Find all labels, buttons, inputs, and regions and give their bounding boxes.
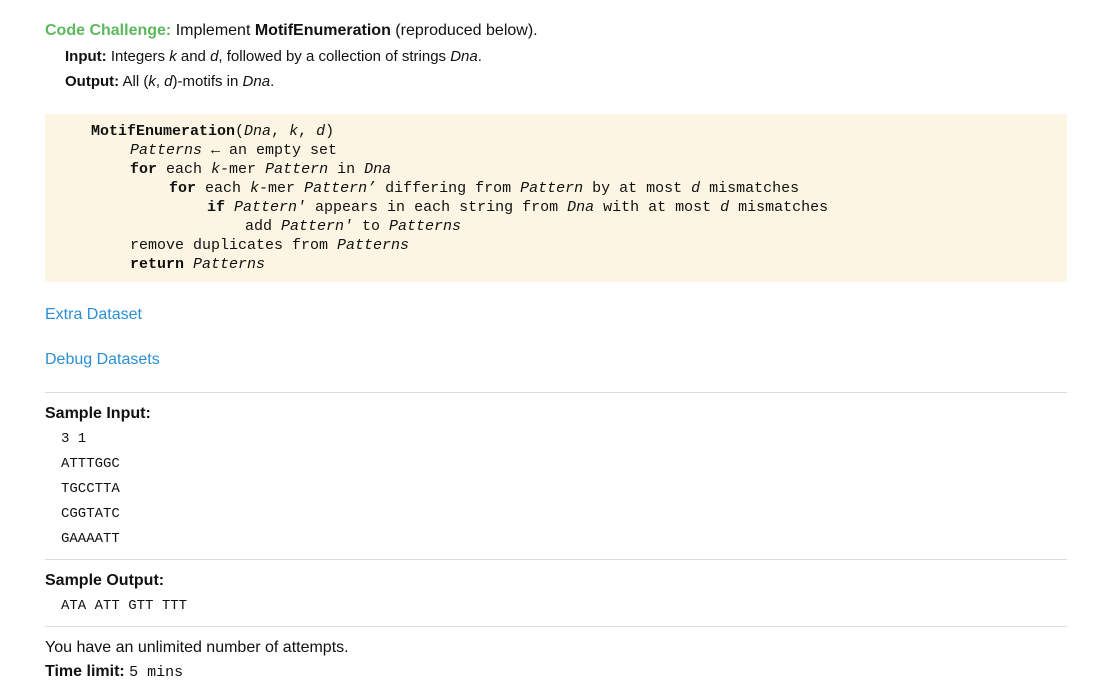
var-dna: Dna — [364, 161, 392, 178]
var-patterns: Patterns — [193, 256, 266, 273]
var-patterns: Patterns — [337, 237, 410, 254]
input-description: Input: Integers k and d, followed by a c… — [65, 46, 482, 68]
code-text: differing from — [376, 180, 521, 197]
code-text: with at most — [594, 199, 721, 216]
divider — [45, 559, 1067, 560]
paren-close: ) — [325, 123, 335, 140]
pseudocode-line-1: MotifEnumeration(Dna, k, d) — [91, 122, 334, 141]
input-dna: Dna — [450, 48, 478, 65]
debug-datasets-link[interactable]: Debug Datasets — [45, 349, 160, 371]
keyword-for: for — [169, 180, 197, 197]
time-limit: Time limit: 5 mins — [45, 661, 183, 684]
code-text: -mer — [220, 161, 266, 178]
challenge-heading: Code Challenge: Implement MotifEnumerati… — [45, 20, 538, 42]
code-text: add — [245, 218, 282, 235]
divider — [45, 392, 1067, 393]
sample-output-value: ATA ATT GTT TTT — [61, 598, 188, 614]
challenge-name: MotifEnumeration — [254, 22, 391, 39]
arg-dna: Dna — [244, 123, 272, 140]
output-label: Output: — [65, 73, 120, 90]
sample-input-line: 3 1 — [61, 431, 87, 447]
code-text: -mer — [259, 180, 305, 197]
pseudocode-line-5: if Pattern' appears in each string from … — [207, 198, 828, 217]
pseudocode-line-3: for each k-mer Pattern in Dna — [130, 160, 391, 179]
var-d: d — [691, 180, 701, 197]
sample-input-line: TGCCTTA — [61, 481, 120, 497]
arg-d: d — [316, 123, 326, 140]
output-text-2: )-motifs in — [172, 73, 239, 90]
output-k: k — [148, 73, 156, 90]
divider — [45, 626, 1067, 627]
sample-output-label: Sample Output: — [45, 572, 165, 589]
input-k: k — [169, 48, 177, 65]
time-limit-label: Time limit: — [45, 663, 125, 680]
var-pattern-prime: Pattern' — [234, 199, 307, 216]
input-text: Integers — [110, 48, 166, 65]
code-text: mismatches — [729, 199, 829, 216]
pseudocode-line-7: remove duplicates from Patterns — [130, 236, 409, 255]
code-challenge-label: Code Challenge: — [45, 22, 172, 39]
input-end: . — [477, 48, 482, 65]
function-name: MotifEnumeration — [91, 123, 236, 140]
extra-dataset-link[interactable]: Extra Dataset — [45, 304, 142, 326]
pseudocode-line-6: add Pattern' to Patterns — [245, 217, 461, 236]
code-text: appears in each string from — [306, 199, 568, 216]
var-pattern: Pattern — [265, 161, 329, 178]
code-text: ← an empty set — [202, 142, 338, 159]
pseudocode-line-8: return Patterns — [130, 255, 265, 274]
output-d: d — [164, 73, 173, 90]
input-and: and — [180, 48, 206, 65]
code-text: mismatches — [700, 180, 800, 197]
var-k: k — [250, 180, 260, 197]
challenge-suffix: (reproduced below). — [395, 22, 538, 39]
time-limit-value: 5 mins — [129, 664, 184, 681]
comma: , — [298, 123, 317, 140]
var-patterns: Patterns — [130, 142, 203, 159]
sample-input-line: ATTTGGC — [61, 456, 120, 472]
challenge-prefix: Implement — [175, 22, 251, 39]
output-description: Output: All (k, d)-motifs in Dna. — [65, 71, 274, 93]
pseudocode-block: MotifEnumeration(Dna, k, d) Patterns ← a… — [45, 114, 1067, 282]
attempts-text: You have an unlimited number of attempts… — [45, 639, 349, 656]
output-comma: , — [155, 73, 160, 90]
sample-input-label: Sample Input: — [45, 405, 151, 422]
var-k: k — [211, 161, 221, 178]
var-pattern-prime: Pattern’ — [304, 180, 377, 197]
code-text: to — [353, 218, 390, 235]
sample-input-line: CGGTATC — [61, 506, 120, 522]
keyword-return: return — [130, 256, 185, 273]
code-text: by at most — [583, 180, 692, 197]
code-text: each — [157, 161, 212, 178]
var-d: d — [720, 199, 730, 216]
paren-open: ( — [235, 123, 245, 140]
comma: , — [271, 123, 290, 140]
var-pattern: Pattern — [520, 180, 584, 197]
output-text: All ( — [122, 73, 149, 90]
var-pattern-prime: Pattern' — [281, 218, 354, 235]
code-text: each — [196, 180, 251, 197]
pseudocode-line-4: for each k-mer Pattern’ differing from P… — [169, 179, 799, 198]
var-dna: Dna — [567, 199, 595, 216]
keyword-if: if — [207, 199, 226, 216]
code-text: in — [328, 161, 365, 178]
output-end: . — [270, 73, 275, 90]
arg-k: k — [289, 123, 299, 140]
sample-input-line: GAAAATT — [61, 531, 120, 547]
var-patterns: Patterns — [389, 218, 462, 235]
keyword-for: for — [130, 161, 158, 178]
pseudocode-line-2: Patterns ← an empty set — [130, 141, 337, 160]
input-text-2: , followed by a collection of strings — [218, 48, 447, 65]
input-label: Input: — [65, 48, 107, 65]
output-dna: Dna — [242, 73, 271, 90]
code-text: remove duplicates from — [130, 237, 338, 254]
